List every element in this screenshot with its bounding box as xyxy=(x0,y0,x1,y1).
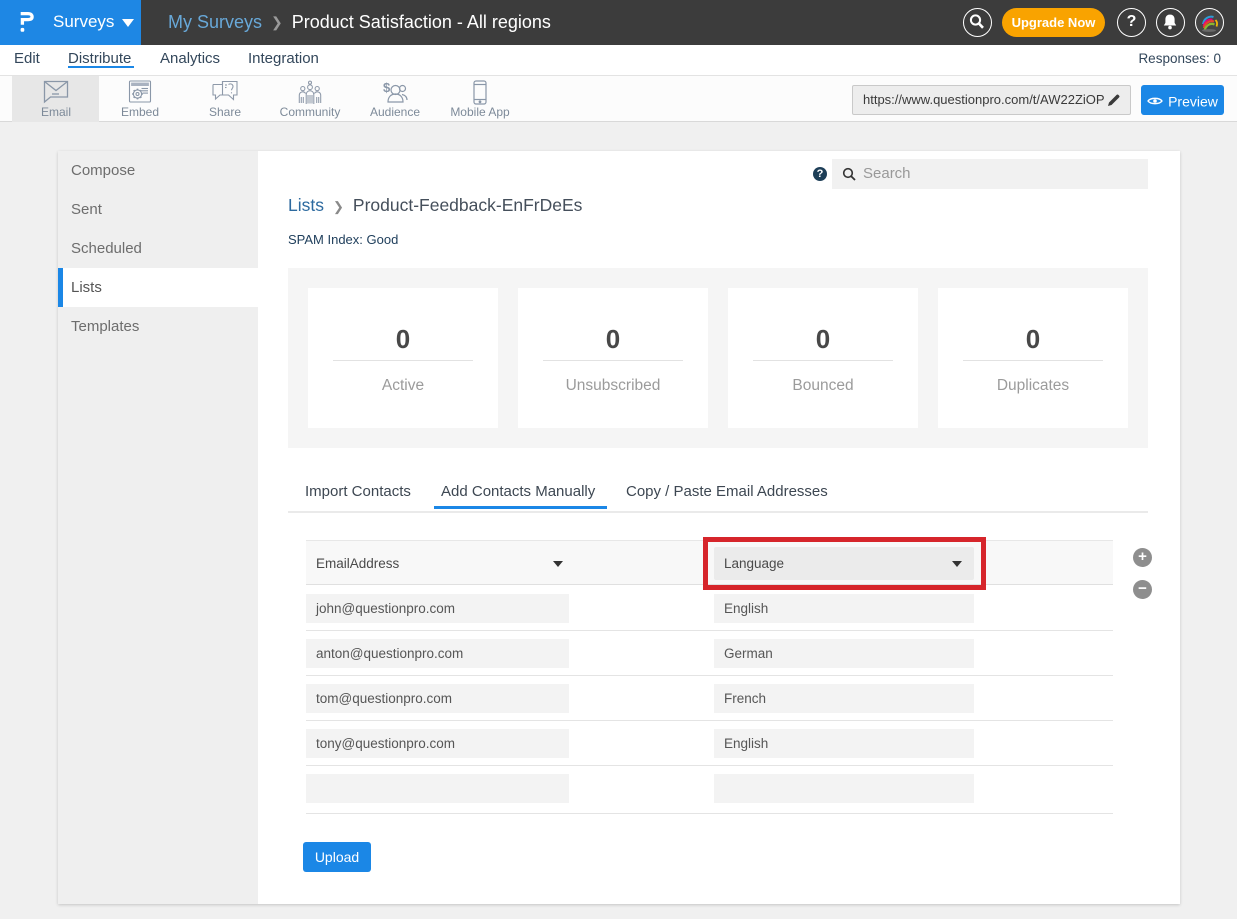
svg-text:$: $ xyxy=(383,80,391,95)
